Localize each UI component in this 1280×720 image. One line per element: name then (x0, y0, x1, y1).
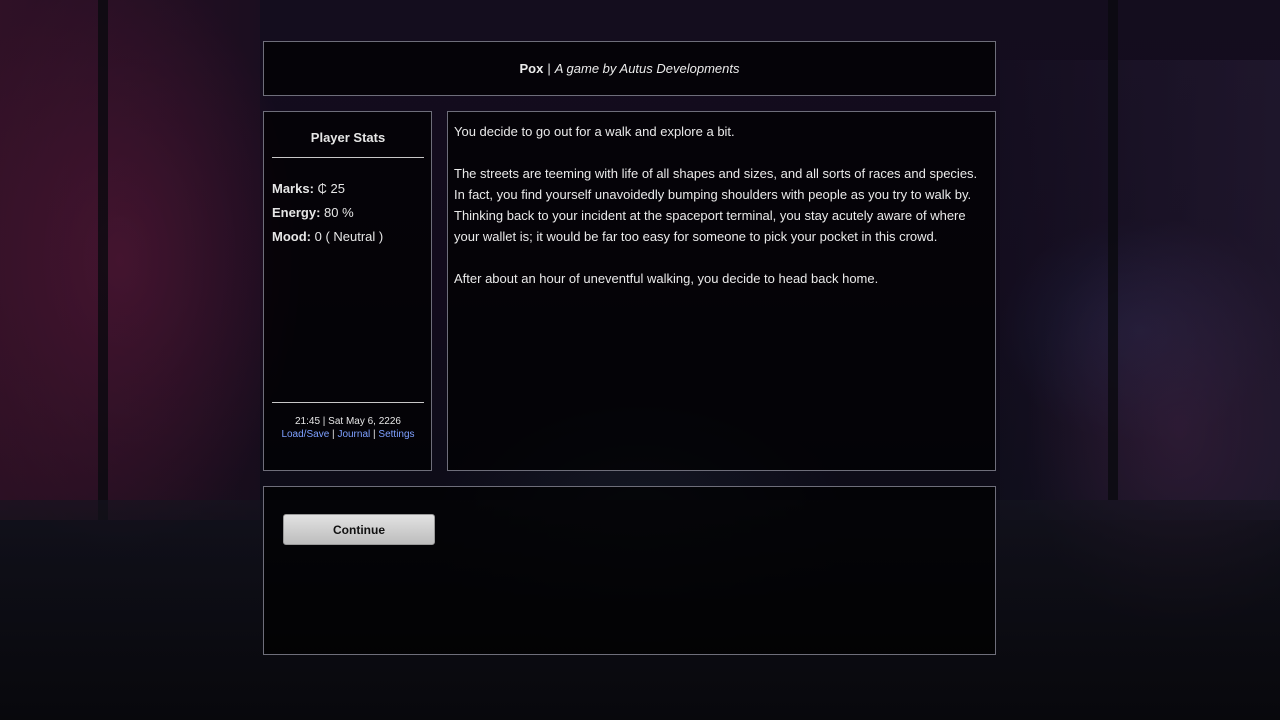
story-paragraph: You decide to go out for a walk and expl… (454, 124, 735, 139)
stat-energy-label: Energy: (272, 205, 321, 220)
player-stats-heading: Player Stats (310, 130, 386, 145)
stat-energy: Energy: 80 % (272, 205, 354, 220)
continue-button[interactable]: Continue (283, 514, 435, 545)
stat-mood-label: Mood: (272, 229, 311, 244)
stat-marks-value: ₵ 25 (317, 181, 346, 196)
divider (272, 157, 424, 158)
settings-link[interactable]: Settings (378, 429, 414, 440)
player-stats-panel: Player Stats Marks: ₵ 25 Energy: 80 % Mo… (263, 111, 432, 471)
link-separator: | (373, 429, 376, 440)
divider (272, 402, 424, 403)
stat-mood-value: 0 ( Neutral ) (314, 229, 384, 244)
stat-marks: Marks: ₵ 25 (272, 181, 345, 196)
stat-marks-label: Marks: (272, 181, 314, 196)
game-title: Pox (519, 61, 544, 76)
choices-panel: Continue (263, 486, 996, 655)
stat-energy-value: 80 % (324, 205, 354, 220)
game-byline: A game by Autus Developments (554, 61, 740, 76)
background-building-right (1000, 60, 1280, 520)
background-pole (1108, 0, 1118, 500)
load-save-link[interactable]: Load/Save (281, 429, 329, 440)
story-paragraph: The streets are teeming with life of all… (454, 166, 978, 244)
menu-links: Load/Save | Journal | Settings (272, 428, 424, 441)
background-pole (98, 0, 108, 520)
link-separator: | (332, 429, 335, 440)
story-text-panel: You decide to go out for a walk and expl… (447, 111, 996, 471)
stats-footer: 21:45 | Sat May 6, 2226 Load/Save | Jour… (272, 415, 424, 441)
story-paragraph: After about an hour of uneventful walkin… (454, 271, 879, 286)
journal-link[interactable]: Journal (337, 429, 370, 440)
game-datetime: 21:45 | Sat May 6, 2226 (294, 416, 401, 427)
background-building-left (0, 0, 260, 520)
title-bar: Pox | A game by Autus Developments (263, 41, 996, 96)
title-separator: | (547, 61, 551, 76)
stat-mood: Mood: 0 ( Neutral ) (272, 229, 383, 244)
